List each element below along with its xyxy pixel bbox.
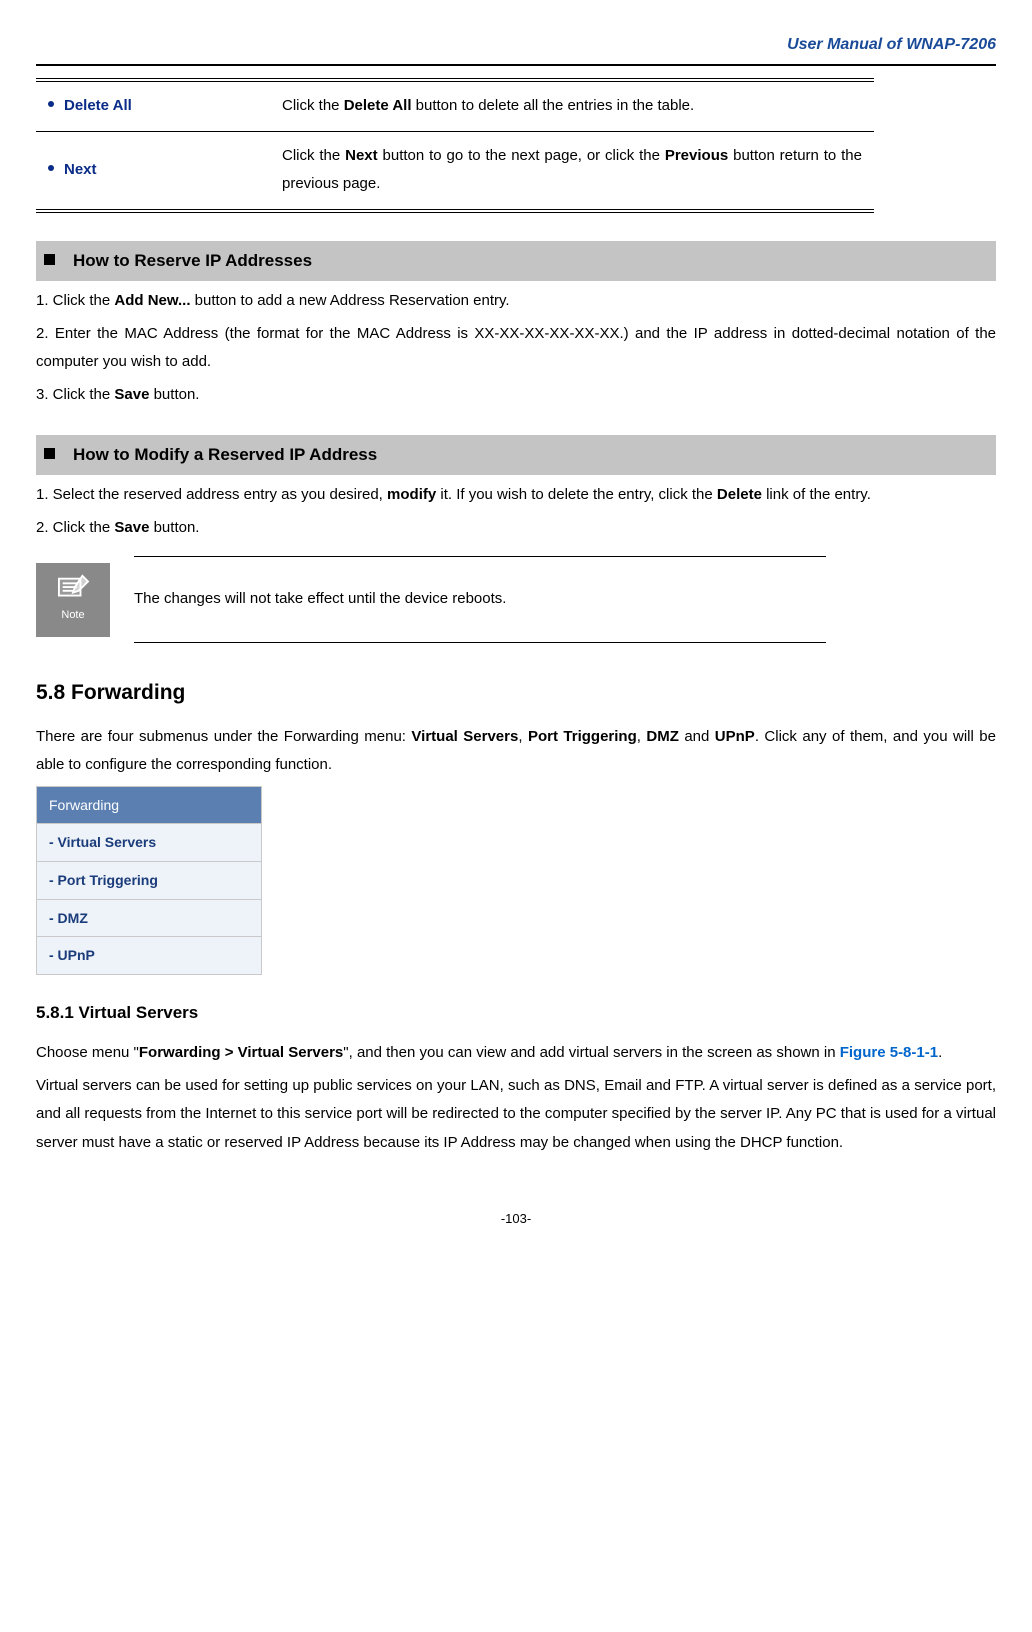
bullet-icon: [48, 165, 54, 171]
bullet-icon: [48, 101, 54, 107]
note-label: Note: [61, 605, 84, 626]
menu-item: - Virtual Servers: [37, 823, 261, 861]
def-label: Delete All: [64, 97, 132, 114]
section-heading-modify: How to Modify a Reserved IP Address: [36, 435, 996, 475]
vs-paragraph-1: Choose menu "Forwarding > Virtual Server…: [36, 1039, 996, 1068]
square-icon: [44, 448, 55, 459]
def-desc: Click the Next button to go to the next …: [270, 131, 874, 211]
note-text: The changes will not take effect until t…: [134, 556, 826, 643]
def-label-cell: Next: [36, 131, 270, 211]
heading-virtual-servers: 5.8.1 Virtual Servers: [36, 997, 996, 1029]
def-desc: Click the Delete All button to delete al…: [270, 80, 874, 131]
square-icon: [44, 254, 55, 265]
heading-forwarding: 5.8 Forwarding: [36, 673, 996, 713]
forwarding-menu-screenshot: Forwarding - Virtual Servers - Port Trig…: [36, 786, 262, 975]
note-icon: Note: [36, 563, 110, 637]
vs-paragraph-2: Virtual servers can be used for setting …: [36, 1072, 996, 1158]
definition-table: Delete All Click the Delete All button t…: [36, 78, 874, 213]
table-row: Next Click the Next button to go to the …: [36, 131, 874, 211]
menu-header: Forwarding: [37, 787, 261, 824]
step-text: 2. Click the Save button.: [36, 514, 996, 543]
page-header: User Manual of WNAP-7206: [36, 30, 996, 66]
step-text: 1. Click the Add New... button to add a …: [36, 287, 996, 316]
figure-link: Figure 5-8-1-1: [840, 1044, 938, 1061]
step-text: 1. Select the reserved address entry as …: [36, 481, 996, 510]
def-label-cell: Delete All: [36, 80, 270, 131]
forwarding-intro: There are four submenus under the Forwar…: [36, 723, 996, 780]
menu-item: - DMZ: [37, 899, 261, 937]
def-label: Next: [64, 161, 97, 178]
note-block: Note The changes will not take effect un…: [36, 556, 996, 643]
menu-item: - UPnP: [37, 936, 261, 974]
section-heading-reserve: How to Reserve IP Addresses: [36, 241, 996, 281]
step-text: 3. Click the Save button.: [36, 381, 996, 410]
page-number: -103-: [36, 1207, 996, 1232]
table-row: Delete All Click the Delete All button t…: [36, 80, 874, 131]
menu-item: - Port Triggering: [37, 861, 261, 899]
step-text: 2. Enter the MAC Address (the format for…: [36, 320, 996, 377]
